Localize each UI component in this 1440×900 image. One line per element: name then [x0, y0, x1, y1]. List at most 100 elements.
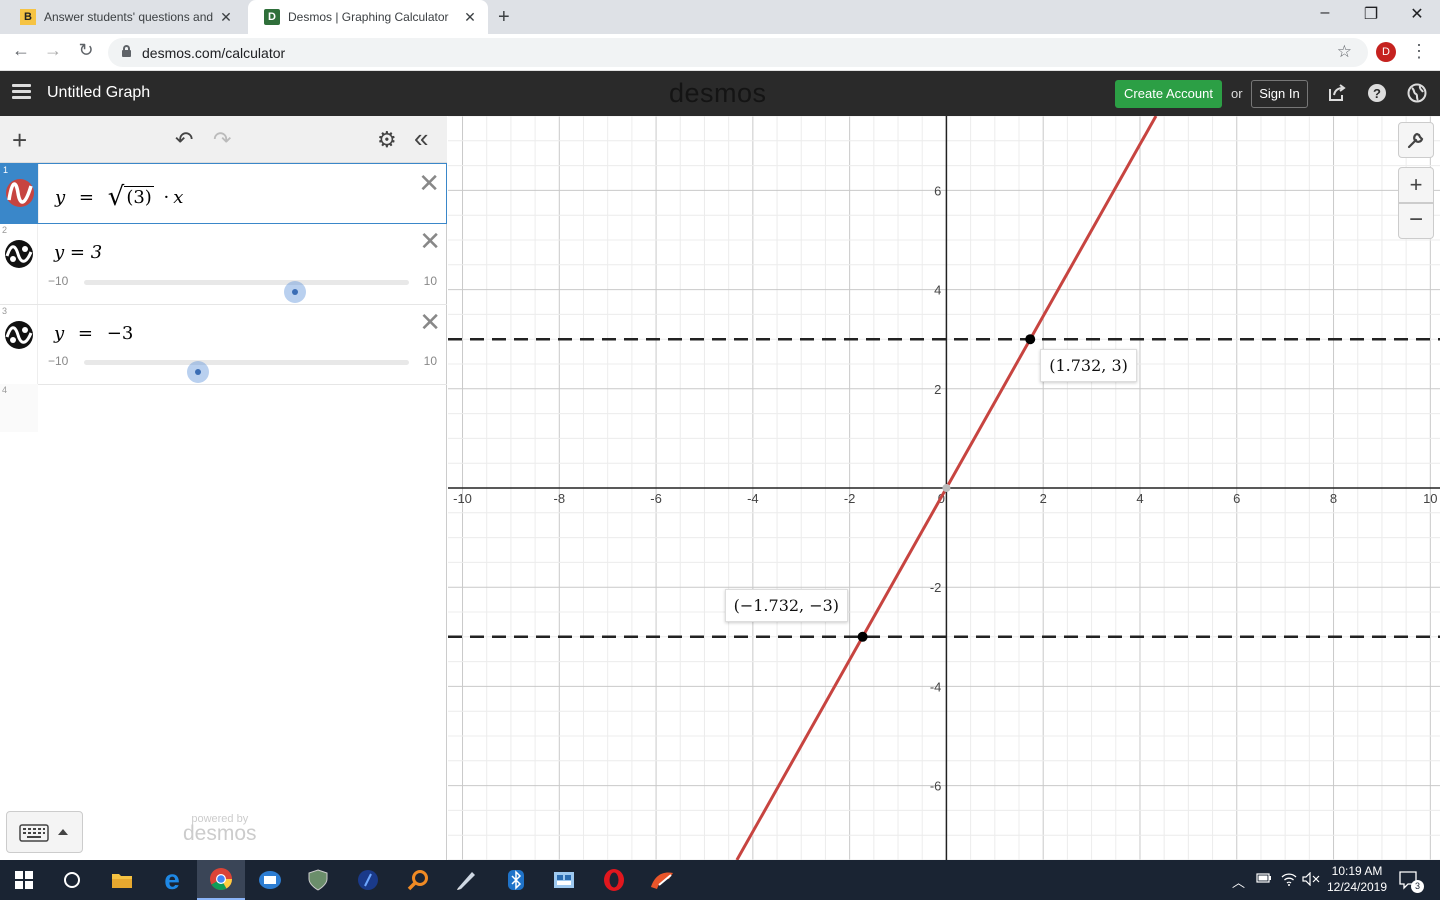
create-account-button[interactable]: Create Account: [1115, 80, 1222, 108]
graph-visibility-icon[interactable]: [4, 239, 34, 269]
back-arrow-icon[interactable]: ←: [9, 40, 33, 61]
point-label[interactable]: (1.732, 3): [1040, 349, 1137, 383]
expression-row[interactable]: 2 y = 3 ✕ −10 10: [0, 224, 447, 305]
new-expression-row[interactable]: 4: [0, 384, 38, 432]
expression-color-tab[interactable]: 3: [0, 305, 38, 384]
graph-title[interactable]: Untitled Graph: [47, 84, 150, 102]
brainly-favicon-icon: B: [20, 9, 36, 25]
svg-text:?: ?: [1373, 86, 1381, 101]
y-tick-label: 4: [934, 283, 941, 298]
x-tick-label: 8: [1330, 491, 1337, 506]
tab-close-icon[interactable]: ✕: [216, 9, 236, 26]
slider-handle[interactable]: [186, 361, 209, 383]
parameter-slider[interactable]: −10 10: [46, 271, 441, 303]
graph-visibility-icon[interactable]: [5, 178, 35, 208]
tab-desmos[interactable]: D Desmos | Graphing Calculator ✕: [248, 0, 488, 34]
expression-math[interactable]: y = −3: [54, 323, 133, 344]
search-app-icon[interactable]: [394, 860, 442, 900]
intersection-point: [857, 631, 868, 642]
point-label[interactable]: (−1.732, −3): [724, 588, 849, 622]
keyboard-toggle-button[interactable]: [6, 811, 83, 853]
x-tick-label: 2: [1040, 491, 1047, 506]
url-text[interactable]: desmos.com/calculator: [142, 45, 285, 61]
mail-app-icon[interactable]: [246, 860, 294, 900]
pen-app-icon[interactable]: [442, 860, 490, 900]
close-window-icon[interactable]: ✕: [1402, 4, 1432, 24]
windows-start-icon[interactable]: [0, 860, 48, 900]
keyboard-icon: [19, 824, 49, 842]
edge-browser-icon[interactable]: e: [148, 860, 196, 900]
expression-row[interactable]: 3 y = −3 ✕ −10 10: [0, 305, 447, 385]
restore-window-icon[interactable]: ❐: [1356, 4, 1386, 24]
minimize-icon[interactable]: –: [1310, 4, 1340, 22]
delete-expression-icon[interactable]: ✕: [419, 307, 441, 338]
show-hidden-icons-chevron-icon[interactable]: ︿: [1232, 872, 1245, 891]
expression-color-tab[interactable]: 2: [0, 224, 38, 304]
zoom-out-button[interactable]: −: [1398, 203, 1434, 239]
slider-max[interactable]: 10: [424, 354, 437, 368]
slider-track[interactable]: [84, 360, 409, 383]
system-clock[interactable]: 10:19 AM 12/24/2019: [1318, 863, 1396, 895]
notifications-icon[interactable]: 3: [1398, 870, 1424, 893]
expression-color-tab[interactable]: 1: [1, 164, 39, 223]
windows-taskbar: e ︿ 10:19 AM 12/24/2019 3: [0, 860, 1440, 900]
graph-settings-wrench-button[interactable]: [1398, 122, 1434, 158]
expression-row[interactable]: 1 y = √ (3) · x ✕: [0, 163, 447, 224]
tab-title: Desmos | Graphing Calculator: [288, 10, 449, 24]
tab-close-icon[interactable]: ✕: [460, 9, 480, 26]
slider-min[interactable]: −10: [48, 274, 68, 288]
y-tick-label: 2: [934, 382, 941, 397]
desmos-header: Untitled Graph desmos Create Account or …: [0, 71, 1440, 116]
origin-point: [942, 484, 951, 492]
slider-min[interactable]: −10: [48, 354, 68, 368]
delete-expression-icon[interactable]: ✕: [418, 168, 440, 199]
tools-app-icon[interactable]: [638, 860, 686, 900]
delete-expression-icon[interactable]: ✕: [419, 226, 441, 257]
graph-canvas[interactable]: -10-8-6-4-20246810642-2-4-6 (1.732, 3) (…: [448, 116, 1440, 860]
help-icon[interactable]: ?: [1367, 83, 1387, 103]
settings-gear-icon[interactable]: ⚙: [377, 127, 397, 153]
reload-icon[interactable]: ↻: [74, 40, 98, 61]
expression-math[interactable]: y = √ (3) · x: [55, 180, 183, 212]
chrome-icon[interactable]: [197, 860, 245, 900]
browser-menu-icon[interactable]: ⋮: [1410, 41, 1428, 62]
opera-icon[interactable]: [590, 860, 638, 900]
circle-app-icon[interactable]: [344, 860, 392, 900]
forward-arrow-icon[interactable]: →: [41, 40, 65, 61]
add-item-plus-icon[interactable]: +: [12, 125, 27, 156]
expression-math[interactable]: y = 3: [54, 242, 102, 263]
store-app-icon[interactable]: [540, 860, 588, 900]
language-globe-icon[interactable]: [1407, 83, 1427, 103]
battery-icon[interactable]: [1256, 872, 1272, 887]
file-explorer-icon[interactable]: [98, 860, 146, 900]
sign-in-button[interactable]: Sign In: [1251, 80, 1308, 108]
search-circle-icon[interactable]: [48, 860, 96, 900]
y-tick-label: 6: [934, 183, 941, 198]
share-icon[interactable]: [1327, 83, 1347, 103]
url-omnibox[interactable]: desmos.com/calculator ☆: [108, 38, 1368, 67]
parameter-slider[interactable]: −10 10: [46, 351, 441, 383]
zoom-in-button[interactable]: +: [1398, 167, 1434, 203]
tab-brainly[interactable]: B Answer students' questions and l ✕: [4, 0, 244, 34]
undo-icon[interactable]: ↶: [175, 127, 193, 153]
bookmark-star-icon[interactable]: ☆: [1337, 42, 1352, 62]
powered-by-desmos: powered by desmos: [183, 813, 257, 845]
wifi-icon[interactable]: [1281, 872, 1297, 889]
desmos-favicon-icon: D: [264, 9, 280, 25]
profile-avatar[interactable]: D: [1376, 42, 1396, 62]
security-shield-app-icon[interactable]: [294, 860, 342, 900]
graph-plot[interactable]: -10-8-6-4-20246810642-2-4-6: [448, 116, 1440, 860]
minus-icon: −: [1408, 206, 1423, 233]
slider-max[interactable]: 10: [424, 274, 437, 288]
bluetooth-app-icon[interactable]: [492, 860, 540, 900]
slider-handle[interactable]: [284, 281, 307, 303]
intersection-point: [1025, 334, 1036, 345]
collapse-panel-icon[interactable]: «: [414, 123, 428, 154]
notification-count: 3: [1411, 880, 1424, 893]
redo-icon[interactable]: ↷: [213, 127, 231, 153]
hamburger-menu-icon[interactable]: [12, 84, 31, 100]
x-tick-label: -2: [844, 491, 856, 506]
graph-visibility-icon[interactable]: [4, 320, 34, 350]
new-tab-plus-icon[interactable]: +: [498, 6, 510, 29]
slider-track[interactable]: [84, 280, 409, 303]
